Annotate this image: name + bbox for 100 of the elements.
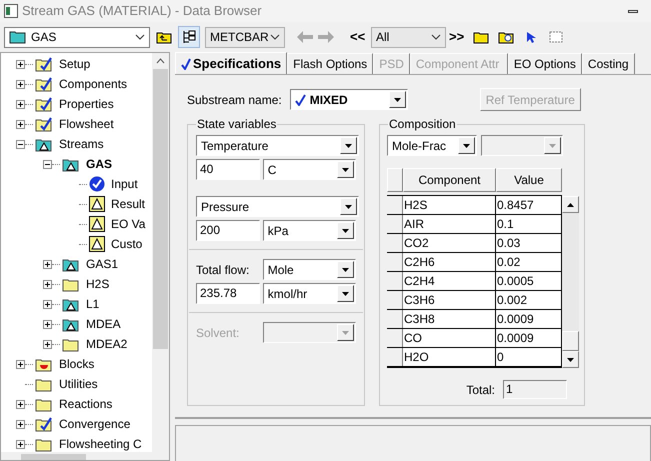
- tree-item[interactable]: Blocks: [59, 355, 94, 373]
- row-header[interactable]: [387, 253, 403, 271]
- tree-item[interactable]: Setup: [59, 55, 90, 73]
- dropdown-button[interactable]: [337, 261, 354, 278]
- expand-icon[interactable]: [16, 440, 25, 448]
- tree-item[interactable]: Flowsheet: [59, 115, 114, 133]
- expand-icon[interactable]: [16, 400, 25, 408]
- tab[interactable]: EO Options: [508, 53, 582, 74]
- table-scrollbar[interactable]: [562, 196, 579, 368]
- scrollbar-thumb[interactable]: [153, 69, 168, 349]
- tree-item[interactable]: Utilities: [59, 375, 98, 393]
- tree-item[interactable]: H2S: [86, 275, 110, 293]
- tree-item[interactable]: L1: [86, 295, 100, 313]
- expand-icon[interactable]: [43, 340, 52, 348]
- column-header: Component: [403, 168, 496, 192]
- tree-item[interactable]: GAS1: [86, 255, 118, 273]
- warning-triangle-icon: [89, 216, 105, 232]
- flow-basis-combo[interactable]: Mole: [262, 259, 356, 280]
- variable-combo[interactable]: Pressure: [196, 196, 359, 217]
- unit-combo[interactable]: kPa: [262, 220, 356, 241]
- folder-icon: [35, 396, 53, 412]
- filter-combo[interactable]: All: [371, 26, 446, 48]
- row-header[interactable]: [387, 348, 403, 366]
- expand-icon[interactable]: [43, 280, 52, 288]
- expand-icon[interactable]: [16, 80, 25, 88]
- unit-combo[interactable]: [481, 135, 563, 156]
- expand-icon[interactable]: [43, 320, 52, 328]
- tree-item[interactable]: GAS: [86, 155, 112, 173]
- row-header[interactable]: [387, 215, 403, 233]
- dropdown-button[interactable]: [458, 137, 475, 154]
- scrollbar-thumb[interactable]: [562, 331, 579, 351]
- tree-item[interactable]: Components: [59, 75, 128, 93]
- dropdown-button[interactable]: [337, 161, 354, 178]
- tree-item[interactable]: MDEA2: [86, 335, 128, 353]
- tree-item[interactable]: Streams: [59, 135, 104, 153]
- expand-icon[interactable]: [16, 60, 25, 68]
- flow-unit-combo[interactable]: kmol/hr: [262, 283, 356, 304]
- tree-item[interactable]: Convergence: [59, 415, 130, 433]
- expand-icon[interactable]: [16, 100, 25, 108]
- tab[interactable]: Flash Options: [287, 53, 374, 74]
- row-header[interactable]: [387, 272, 403, 290]
- row-header[interactable]: [387, 291, 403, 309]
- expand-icon[interactable]: [16, 420, 25, 428]
- dropdown-button[interactable]: [337, 222, 354, 239]
- units-combo[interactable]: METCBAR: [205, 26, 285, 48]
- row-header[interactable]: [387, 329, 403, 347]
- row-header[interactable]: [387, 196, 403, 214]
- row-header[interactable]: [387, 310, 403, 328]
- tab[interactable]: Costing: [582, 53, 635, 74]
- tree-item[interactable]: Reactions: [59, 395, 112, 413]
- value-field[interactable]: 40: [196, 159, 260, 180]
- vertical-scrollbar[interactable]: [152, 53, 169, 452]
- dropdown-button[interactable]: [340, 198, 357, 215]
- checked-circle-icon: [89, 176, 105, 192]
- tree-item[interactable]: Flowsheeting C: [59, 435, 142, 453]
- scroll-down-button[interactable]: [562, 351, 579, 368]
- tree-item[interactable]: EO Va: [111, 215, 146, 233]
- collapse-icon[interactable]: [16, 140, 25, 148]
- table-cell: H2S: [403, 196, 496, 214]
- substream-label: Substream name:: [187, 92, 282, 108]
- dropdown-button[interactable]: [340, 137, 357, 154]
- row-header[interactable]: [387, 234, 403, 252]
- table-cell: C2H6: [403, 253, 496, 271]
- horizontal-scrollbar[interactable]: [1, 452, 169, 460]
- expand-icon[interactable]: [43, 260, 52, 268]
- expand-icon[interactable]: [16, 360, 25, 368]
- object-combo[interactable]: GAS: [4, 26, 150, 48]
- tab[interactable]: Specifications: [175, 52, 288, 74]
- dropdown-button[interactable]: [337, 324, 354, 341]
- solvent-combo[interactable]: [262, 322, 356, 343]
- scroll-up-button[interactable]: [562, 196, 579, 213]
- checked-folder-icon: [35, 116, 53, 132]
- tree-item[interactable]: Result: [111, 195, 146, 213]
- tree-view-icon[interactable]: [178, 26, 200, 48]
- tree-item[interactable]: Custo: [111, 235, 142, 253]
- expand-icon[interactable]: [43, 300, 52, 308]
- warning-triangle-icon: [89, 196, 105, 212]
- value-field[interactable]: 200: [196, 220, 260, 241]
- expand-icon[interactable]: [16, 120, 25, 128]
- dropdown-button[interactable]: [337, 285, 354, 302]
- scrollbar-thumb[interactable]: [21, 454, 86, 460]
- total-flow-field[interactable]: 235.78: [196, 283, 260, 304]
- total-field: 1: [503, 380, 567, 399]
- table-cell: AIR: [403, 215, 496, 233]
- corner-header[interactable]: [387, 168, 403, 192]
- dropdown-button[interactable]: [388, 91, 406, 108]
- collapse-icon[interactable]: [43, 160, 52, 168]
- bowl-folder-icon: [35, 356, 53, 372]
- basis-combo[interactable]: Mole-Frac: [387, 135, 477, 156]
- next-button[interactable]: >>: [449, 27, 467, 47]
- previous-button[interactable]: <<: [350, 27, 368, 47]
- down-triangle-icon: [567, 358, 574, 362]
- tree-item[interactable]: Properties: [59, 95, 114, 113]
- variable-combo[interactable]: Temperature: [196, 135, 359, 156]
- tree-item[interactable]: MDEA: [86, 315, 121, 333]
- tree-item[interactable]: Input: [111, 175, 138, 193]
- unit-combo[interactable]: C: [262, 159, 356, 180]
- dropdown-button[interactable]: [544, 137, 561, 154]
- substream-combo[interactable]: MIXED: [290, 89, 408, 110]
- window-title: Stream GAS (MATERIAL) - Data Browser: [22, 2, 263, 20]
